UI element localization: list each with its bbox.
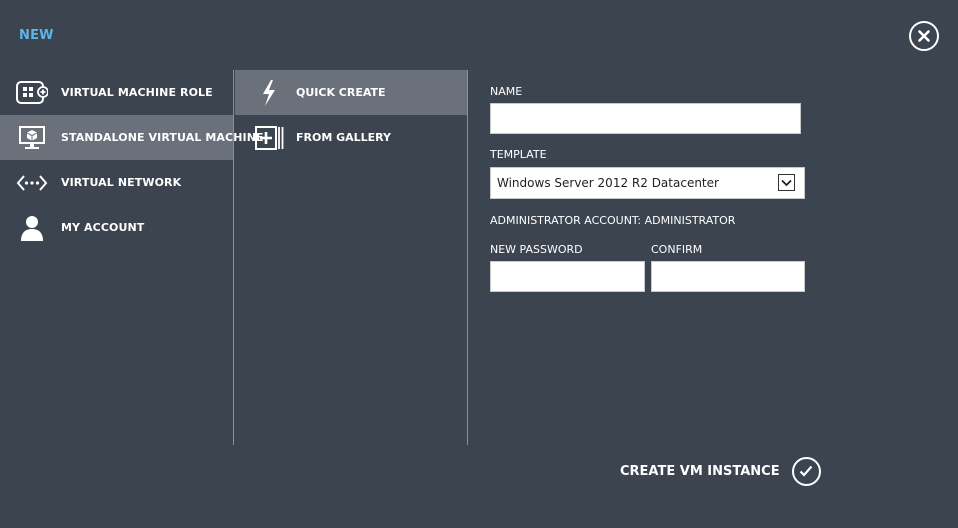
chevron-down-icon bbox=[778, 174, 795, 191]
nav-item-label: MY ACCOUNT bbox=[61, 221, 145, 234]
create-vm-instance-label: CREATE VM INSTANCE bbox=[620, 463, 780, 479]
category-nav: VIRTUAL MACHINE ROLE STANDALONE VIRTUAL … bbox=[0, 70, 264, 250]
nav-item-virtual-network[interactable]: VIRTUAL NETWORK bbox=[0, 160, 233, 205]
nav-item-virtual-machine-role[interactable]: VIRTUAL MACHINE ROLE bbox=[0, 70, 233, 115]
close-icon bbox=[918, 30, 930, 42]
checkmark-icon bbox=[791, 456, 821, 486]
new-password-input[interactable] bbox=[490, 261, 645, 292]
column-divider bbox=[233, 70, 234, 445]
vm-role-icon bbox=[16, 79, 48, 107]
nav-item-standalone-virtual-machine[interactable]: STANDALONE VIRTUAL MACHINE bbox=[0, 115, 264, 160]
dialog-title: NEW bbox=[19, 28, 54, 43]
admin-account-text: ADMINISTRATOR ACCOUNT: ADMINISTRATOR bbox=[490, 214, 736, 227]
confirm-password-input[interactable] bbox=[651, 261, 805, 292]
create-vm-instance-button[interactable]: CREATE VM INSTANCE bbox=[620, 456, 821, 486]
user-icon bbox=[16, 214, 48, 242]
name-label: NAME bbox=[490, 85, 523, 98]
name-input[interactable] bbox=[490, 103, 801, 134]
nav-item-label: VIRTUAL MACHINE ROLE bbox=[61, 86, 213, 99]
column-divider bbox=[467, 70, 468, 445]
confirm-label: CONFIRM bbox=[651, 243, 703, 256]
gallery-add-icon bbox=[253, 124, 285, 152]
template-selected-value: Windows Server 2012 R2 Datacenter bbox=[497, 176, 719, 190]
template-label: TEMPLATE bbox=[490, 148, 547, 161]
sub-item-from-gallery[interactable]: FROM GALLERY bbox=[235, 115, 467, 160]
close-button[interactable] bbox=[909, 21, 939, 51]
sub-item-label: FROM GALLERY bbox=[296, 131, 392, 144]
sub-item-quick-create[interactable]: QUICK CREATE bbox=[235, 70, 467, 115]
sub-nav: QUICK CREATE FROM GALLERY bbox=[235, 70, 467, 160]
lightning-icon bbox=[253, 79, 285, 107]
new-password-label: NEW PASSWORD bbox=[490, 243, 583, 256]
network-icon bbox=[16, 169, 48, 197]
template-select[interactable]: Windows Server 2012 R2 Datacenter bbox=[490, 167, 805, 199]
nav-item-my-account[interactable]: MY ACCOUNT bbox=[0, 205, 233, 250]
nav-item-label: VIRTUAL NETWORK bbox=[61, 176, 182, 189]
sub-item-label: QUICK CREATE bbox=[296, 86, 386, 99]
monitor-icon bbox=[16, 124, 48, 152]
